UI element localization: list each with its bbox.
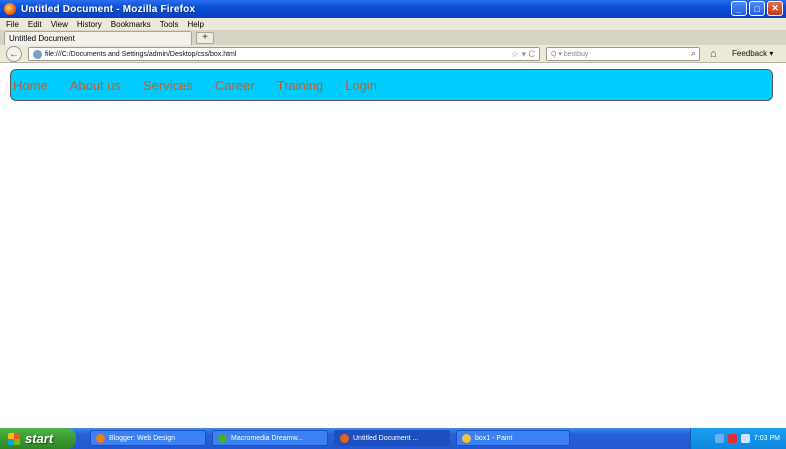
taskbar-item-dreamweaver[interactable]: Macromedia Dreamw... — [212, 430, 328, 446]
menu-help[interactable]: Help — [187, 20, 203, 29]
back-button[interactable]: ← — [6, 46, 22, 62]
firefox-icon — [340, 433, 349, 443]
close-button[interactable]: ✕ — [767, 1, 783, 16]
magnifier-icon[interactable]: ⌕ — [691, 48, 696, 59]
site-navigation-bar: Home About us Services Career Training L… — [10, 69, 773, 101]
firefox-logo-icon — [4, 3, 16, 15]
search-input[interactable]: Q ▾ bestbuy ⌕ — [546, 47, 700, 61]
new-tab-button[interactable]: + — [196, 32, 214, 44]
title-bar: Untitled Document - Mozilla Firefox _ □ … — [0, 0, 786, 18]
tab-strip: Untitled Document + — [0, 30, 786, 45]
taskbar: start Blogger: Web Design Macromedia Dre… — [0, 428, 786, 449]
url-text: file:///C:/Documents and Settings/admin/… — [45, 50, 237, 58]
url-bar[interactable]: file:///C:/Documents and Settings/admin/… — [28, 47, 540, 61]
taskbar-item-label: Blogger: Web Design — [109, 434, 176, 442]
search-placeholder: Q ▾ bestbuy — [551, 51, 589, 58]
paint-icon — [462, 433, 471, 443]
menu-view[interactable]: View — [51, 20, 68, 29]
window-controls: _ □ ✕ — [731, 1, 783, 16]
page-content: Home About us Services Career Training L… — [0, 64, 786, 428]
menu-file[interactable]: File — [6, 20, 19, 29]
clock: 7:03 PM — [753, 435, 780, 442]
menu-history[interactable]: History — [77, 20, 102, 29]
feedback-button[interactable]: Feedback ▾ — [732, 49, 773, 58]
menu-bookmarks[interactable]: Bookmarks — [111, 20, 151, 29]
taskbar-item-label: Macromedia Dreamw... — [231, 434, 303, 442]
taskbar-item-label: box1 - Paint — [475, 434, 513, 442]
network-icon[interactable] — [714, 434, 724, 443]
taskbar-item-firefox[interactable]: Untitled Document ... — [334, 430, 450, 446]
navigation-bar: ← file:///C:/Documents and Settings/admi… — [0, 45, 786, 63]
nav-link-career[interactable]: Career — [215, 78, 255, 93]
blogger-icon — [96, 433, 105, 443]
start-label: start — [25, 431, 54, 446]
antivirus-icon[interactable] — [727, 434, 737, 443]
window-title: Untitled Document - Mozilla Firefox — [21, 3, 196, 15]
home-icon[interactable]: ⌂ — [710, 48, 717, 60]
maximize-button[interactable]: □ — [749, 1, 765, 16]
menu-bar: File Edit View History Bookmarks Tools H… — [0, 18, 786, 30]
start-button[interactable]: start — [0, 428, 76, 449]
menu-tools[interactable]: Tools — [160, 20, 179, 29]
dreamweaver-icon — [218, 433, 227, 443]
nav-link-services[interactable]: Services — [143, 78, 193, 93]
bookmark-star-icon[interactable]: ☆ ▾ C — [511, 49, 535, 60]
taskbar-item-paint[interactable]: box1 - Paint — [456, 430, 570, 446]
windows-flag-icon — [8, 432, 20, 445]
menu-edit[interactable]: Edit — [28, 20, 42, 29]
nav-link-home[interactable]: Home — [13, 78, 48, 93]
minimize-button[interactable]: _ — [731, 1, 747, 16]
tab-untitled-document[interactable]: Untitled Document — [4, 31, 192, 45]
nav-link-training[interactable]: Training — [277, 78, 323, 93]
taskbar-item-label: Untitled Document ... — [353, 434, 419, 442]
nav-link-login[interactable]: Login — [345, 78, 377, 93]
system-tray: 7:03 PM — [690, 428, 786, 449]
tab-label: Untitled Document — [9, 34, 75, 43]
display-icon[interactable] — [740, 434, 750, 443]
nav-link-about-us[interactable]: About us — [70, 78, 121, 93]
taskbar-item-blogger[interactable]: Blogger: Web Design — [90, 430, 206, 446]
globe-icon — [33, 49, 42, 59]
